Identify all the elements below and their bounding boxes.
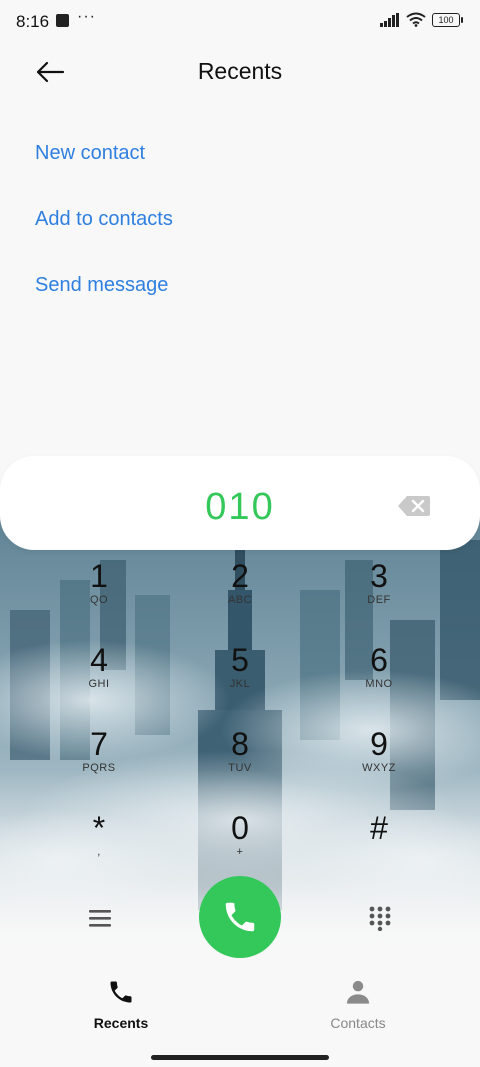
key-digit: # xyxy=(370,810,388,846)
keypad-toggle-button[interactable] xyxy=(360,898,400,938)
key-letters: MNO xyxy=(365,678,393,690)
key-letters: TUV xyxy=(228,762,252,774)
keypad-icon xyxy=(369,906,391,931)
add-to-contacts-link[interactable]: Add to contacts xyxy=(35,208,173,231)
key-digit: 9 xyxy=(370,726,388,762)
phone-icon xyxy=(110,981,132,1003)
key-digit: * xyxy=(92,810,106,846)
call-button[interactable] xyxy=(199,876,281,958)
key-5[interactable]: 5 JKL xyxy=(190,642,290,712)
page-title: Recents xyxy=(197,58,283,84)
key-letters: ABC xyxy=(227,594,253,606)
notification-app-icon xyxy=(56,14,69,27)
key-digit: 2 xyxy=(231,558,249,594)
key-letters: , xyxy=(97,846,101,858)
key-letters: JKL xyxy=(229,678,251,690)
new-contact-link[interactable]: New contact xyxy=(35,142,145,165)
status-bar: 8:16 ··· 100 xyxy=(0,0,480,44)
key-7[interactable]: 7 PQRS xyxy=(49,726,149,796)
key-digit: 5 xyxy=(231,642,249,678)
bottom-navigation: Recents Contacts xyxy=(0,960,480,1067)
number-display: 010 xyxy=(0,456,480,550)
key-4[interactable]: 4 GHI xyxy=(49,642,149,712)
key-digit: 3 xyxy=(370,558,388,594)
signal-icon xyxy=(380,12,399,27)
menu-icon xyxy=(89,910,111,927)
key-9[interactable]: 9 WXYZ xyxy=(329,726,429,796)
tab-contacts-label: Contacts xyxy=(330,1015,386,1031)
key-digit: 6 xyxy=(370,642,388,678)
wifi-icon xyxy=(406,12,426,27)
key-letters: DEF xyxy=(367,594,391,606)
key-digit: 1 xyxy=(90,558,108,594)
battery-icon: 100 xyxy=(432,12,463,27)
key-6[interactable]: 6 MNO xyxy=(329,642,429,712)
tab-contacts[interactable]: Contacts xyxy=(288,978,428,1031)
key-digit: 8 xyxy=(231,726,249,762)
home-indicator[interactable] xyxy=(151,1055,329,1060)
key-1[interactable]: 1 QO xyxy=(49,558,149,628)
key-letters: GHI xyxy=(88,678,110,690)
key-0[interactable]: 0 + xyxy=(190,810,290,880)
status-time: 8:16 xyxy=(16,12,50,31)
send-message-link[interactable]: Send message xyxy=(35,274,168,297)
status-icons: 100 xyxy=(380,12,463,27)
key-3[interactable]: 3 DEF xyxy=(329,558,429,628)
key-letters: QO xyxy=(89,594,109,606)
key-2[interactable]: 2 ABC xyxy=(190,558,290,628)
key-hash[interactable]: # xyxy=(329,810,429,880)
key-digit: 4 xyxy=(90,642,108,678)
menu-button[interactable] xyxy=(80,900,120,936)
person-icon xyxy=(346,980,370,1004)
key-digit: 0 xyxy=(231,810,249,846)
tab-recents[interactable]: Recents xyxy=(51,978,191,1031)
key-star[interactable]: * , xyxy=(49,810,149,880)
header: Recents xyxy=(0,44,480,100)
key-letters: PQRS xyxy=(82,762,116,774)
backspace-button[interactable] xyxy=(397,494,431,518)
tab-recents-label: Recents xyxy=(93,1015,149,1031)
key-letters: WXYZ xyxy=(362,762,396,774)
phone-icon xyxy=(225,902,255,932)
battery-level: 100 xyxy=(438,14,454,25)
key-letters: + xyxy=(236,846,244,858)
key-8[interactable]: 8 TUV xyxy=(190,726,290,796)
key-digit: 7 xyxy=(90,726,108,762)
backspace-icon xyxy=(398,496,430,516)
more-notifications-icon: ··· xyxy=(77,8,96,25)
